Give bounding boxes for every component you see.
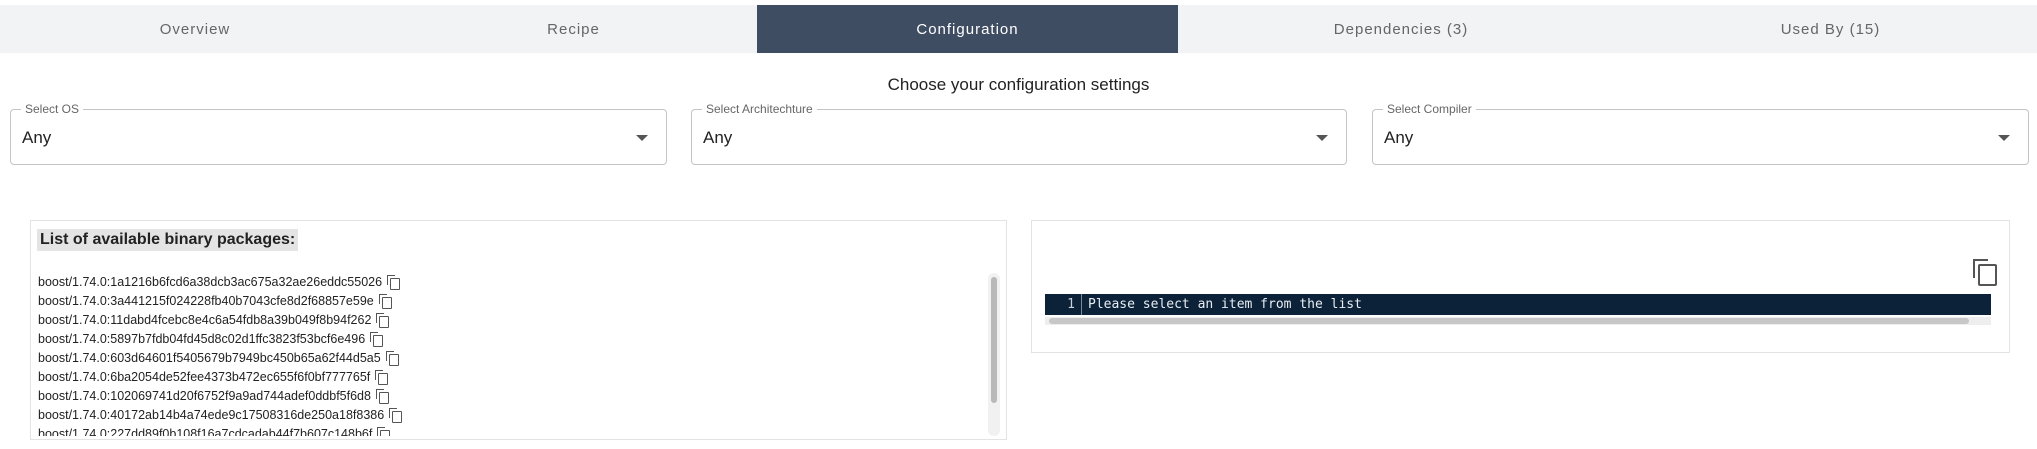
package-id: boost/1.74.0:1a1216b6fcd6a38dcb3ac675a32… xyxy=(38,274,383,289)
packages-scroll-thumb[interactable] xyxy=(991,277,997,403)
copy-icon[interactable] xyxy=(385,351,399,366)
copy-icon[interactable] xyxy=(375,370,389,385)
select-architecture[interactable]: Select Architechture Any xyxy=(691,102,1347,165)
select-architecture-label: Select Architechture xyxy=(702,102,817,116)
package-id: boost/1.74.0:603d64601f5405679b7949bc450… xyxy=(38,350,381,365)
editor-horizontal-scrollbar[interactable] xyxy=(1045,317,1991,325)
package-item[interactable]: boost/1.74.0:227dd89f0b108f16a7cdcadab44… xyxy=(38,424,998,436)
select-compiler[interactable]: Select Compiler Any xyxy=(1372,102,2029,165)
binary-packages-panel: List of available binary packages: boost… xyxy=(30,220,1007,440)
chevron-down-icon xyxy=(1998,135,2010,141)
package-item[interactable]: boost/1.74.0:5897b7fdb04fd45d8c02d1ffc38… xyxy=(38,329,998,348)
tab-recipe[interactable]: Recipe xyxy=(390,5,757,53)
copy-icon[interactable] xyxy=(389,408,403,423)
packages-scrollbar[interactable] xyxy=(988,273,1000,436)
select-compiler-value: Any xyxy=(1384,128,1414,147)
tab-overview[interactable]: Overview xyxy=(0,5,390,53)
editor-text: Please select an item from the list xyxy=(1088,297,1362,312)
select-os[interactable]: Select OS Any xyxy=(10,102,667,165)
select-compiler-label: Select Compiler xyxy=(1383,102,1476,116)
package-id: boost/1.74.0:102069741d20f6752f9a9ad744a… xyxy=(38,388,371,403)
package-item[interactable]: boost/1.74.0:102069741d20f6752f9a9ad744a… xyxy=(38,386,998,405)
code-editor[interactable]: 1 Please select an item from the list xyxy=(1045,294,1991,315)
configuration-heading: Choose your configuration settings xyxy=(887,75,1150,94)
package-item[interactable]: boost/1.74.0:11dabd4fcebc8e4c6a54fdb8a39… xyxy=(38,310,998,329)
tab-bar: Overview Recipe Configuration Dependenci… xyxy=(0,5,2037,53)
package-id: boost/1.74.0:6ba2054de52fee4373b472ec655… xyxy=(38,369,371,384)
package-item[interactable]: boost/1.74.0:603d64601f5405679b7949bc450… xyxy=(38,348,998,367)
package-item[interactable]: boost/1.74.0:3a441215f024228fb40b7043cfe… xyxy=(38,291,998,310)
editor-scroll-thumb[interactable] xyxy=(1049,318,1969,324)
copy-icon[interactable] xyxy=(377,427,391,436)
copy-icon[interactable] xyxy=(375,389,389,404)
tab-dependencies[interactable]: Dependencies (3) xyxy=(1178,5,1624,53)
tab-used-by[interactable]: Used By (15) xyxy=(1624,5,2037,53)
select-architecture-value: Any xyxy=(703,128,733,147)
select-os-value: Any xyxy=(22,128,52,147)
tab-configuration[interactable]: Configuration xyxy=(757,5,1178,53)
package-item[interactable]: boost/1.74.0:40172ab14b4a74ede9c17508316… xyxy=(38,405,998,424)
package-detail-panel: 1 Please select an item from the list xyxy=(1031,220,2010,353)
package-id: boost/1.74.0:5897b7fdb04fd45d8c02d1ffc38… xyxy=(38,331,366,346)
copy-icon[interactable] xyxy=(1973,259,1997,286)
package-id: boost/1.74.0:227dd89f0b108f16a7cdcadab44… xyxy=(38,426,373,437)
package-item[interactable]: boost/1.74.0:1a1216b6fcd6a38dcb3ac675a32… xyxy=(38,272,998,291)
copy-icon[interactable] xyxy=(376,313,390,328)
package-id: boost/1.74.0:11dabd4fcebc8e4c6a54fdb8a39… xyxy=(38,312,372,327)
package-id: boost/1.74.0:40172ab14b4a74ede9c17508316… xyxy=(38,407,385,422)
copy-icon[interactable] xyxy=(370,332,384,347)
chevron-down-icon xyxy=(636,135,648,141)
copy-icon[interactable] xyxy=(387,275,401,290)
package-item[interactable]: boost/1.74.0:6ba2054de52fee4373b472ec655… xyxy=(38,367,998,386)
select-os-label: Select OS xyxy=(21,102,84,116)
package-id: boost/1.74.0:3a441215f024228fb40b7043cfe… xyxy=(38,293,374,308)
copy-icon[interactable] xyxy=(378,294,392,309)
line-number: 1 xyxy=(1045,294,1082,315)
binary-packages-list[interactable]: boost/1.74.0:1a1216b6fcd6a38dcb3ac675a32… xyxy=(38,272,998,436)
binary-packages-title: List of available binary packages: xyxy=(37,229,299,251)
chevron-down-icon xyxy=(1316,135,1328,141)
